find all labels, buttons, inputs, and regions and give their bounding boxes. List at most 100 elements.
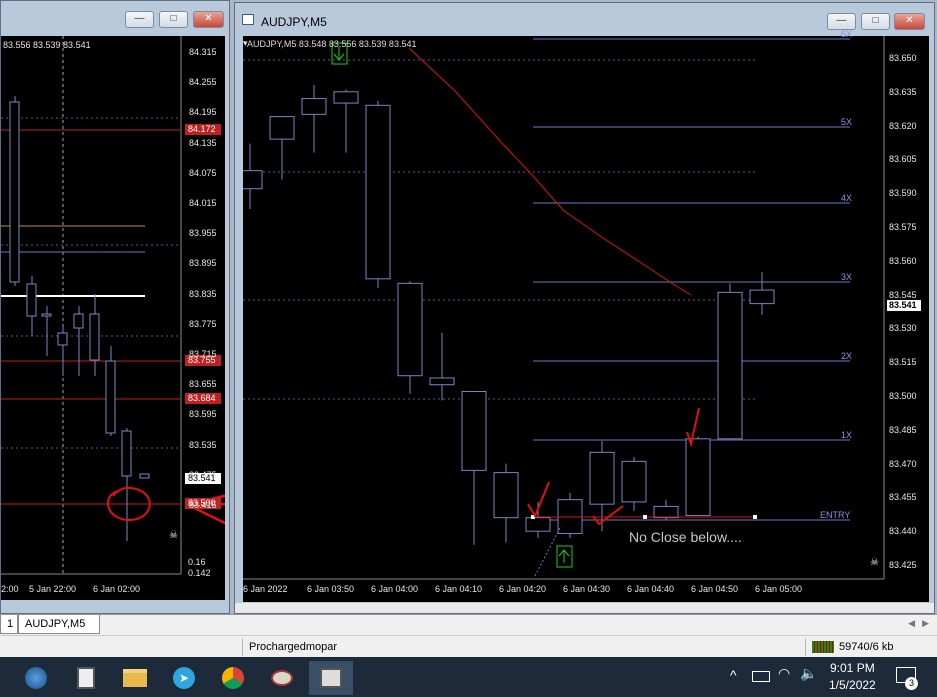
tab-chart[interactable]: 1: [0, 615, 18, 634]
main-time-axis-label: 6 Jan 04:40: [627, 584, 675, 594]
time-axis-label: 2:00: [1, 584, 19, 594]
time-axis-label: 6 Jan 02:00: [93, 584, 141, 594]
close-button[interactable]: ✕: [894, 13, 925, 30]
time-axis-label: 5 Jan 22:00: [29, 584, 77, 594]
wifi-icon[interactable]: ◠: [778, 665, 790, 682]
taskbar: ➤ ^ ◠ 🔈 9:01 PM 1/5/2022 3: [0, 657, 937, 697]
connection-bars-icon: [812, 641, 834, 653]
chart-menu-icon[interactable]: ▾: [243, 38, 248, 49]
candle-body: [653, 505, 679, 519]
main-chart-area[interactable]: AUDJPY,M5 83.548 83.556 83.539 83.541 ▾ …: [243, 29, 929, 602]
minimize-button[interactable]: —: [827, 13, 856, 30]
taskbar-time[interactable]: 9:01 PM: [830, 661, 875, 675]
main-price-axis-label: 83.605: [889, 154, 917, 165]
candle-body: [525, 517, 551, 532]
candle-body: [621, 460, 647, 503]
main-chart-window: AUDJPY,M5 — □ ✕ AUDJPY,M5 83.548 83.556 …: [234, 2, 935, 614]
main-time-axis-label: 6 Jan 04:30: [563, 584, 611, 594]
scroll-left-icon[interactable]: ◀: [908, 618, 915, 629]
folder-icon[interactable]: [113, 661, 157, 695]
main-price-axis-label: 83.620: [889, 120, 917, 131]
left-chart-window: — □ ✕ 83.556 83.539 83.541 84.315 84.255…: [0, 0, 230, 614]
fib-level-label: 2X: [841, 351, 853, 361]
start-icon[interactable]: [14, 661, 58, 695]
main-time-axis-label: 6 Jan 2022: [243, 584, 288, 594]
maximize-button[interactable]: □: [159, 11, 188, 28]
scroll-right-icon[interactable]: ▶: [922, 618, 929, 629]
main-price-axis-label: 83.515: [889, 357, 917, 368]
chart-header: AUDJPY,M5 83.548 83.556 83.539 83.541: [247, 39, 417, 49]
speaker-icon[interactable]: 🔈: [800, 665, 817, 682]
calculator-icon[interactable]: [64, 661, 108, 695]
fib-level-label: ENTRY: [820, 510, 851, 520]
fib-level-label: 3X: [841, 272, 853, 282]
metatrader-icon[interactable]: [309, 661, 353, 695]
candle-body: [243, 170, 263, 190]
taskbar-date[interactable]: 1/5/2022: [829, 678, 876, 692]
main-time-axis-label: 6 Jan 05:00: [755, 584, 803, 594]
status-bar: Prochargedmopar 59740/6 kb: [0, 635, 937, 658]
maximize-button[interactable]: □: [861, 13, 890, 30]
telegram-icon[interactable]: ➤: [162, 661, 206, 695]
fib-level-label: 5X: [841, 117, 853, 127]
left-price-axis-label: 84.315: [189, 47, 217, 57]
main-price-axis-label: 83.575: [889, 222, 917, 232]
main-time-axis-label: 6 Jan 04:50: [691, 584, 739, 594]
candle-body: [717, 291, 743, 440]
left-price-axis-label: 84.195: [189, 107, 217, 118]
current-price-label: 83.541: [889, 300, 917, 310]
horizontal-scrollbar[interactable]: [235, 603, 934, 613]
main-price-axis-label: 83.485: [889, 424, 917, 435]
left-price-axis-label: 83.775: [189, 318, 217, 329]
paint-icon[interactable]: [260, 661, 304, 695]
candle-body: [493, 472, 519, 519]
left-price-axis-label: 83.655: [189, 379, 217, 390]
main-price-axis-label: 83.470: [889, 458, 917, 469]
status-divider: [242, 638, 243, 656]
chart-annotation: No Close below....: [629, 529, 742, 545]
left-price-label: 83.541: [188, 473, 216, 483]
minimize-button[interactable]: —: [125, 11, 154, 28]
indicator-axis-label: 0.16: [188, 557, 206, 567]
chart-window-icon: [242, 14, 254, 25]
candle-body: [589, 451, 615, 505]
candle-body: [461, 390, 487, 471]
traffic-status: 59740/6 kb: [839, 641, 894, 653]
status-divider: [805, 638, 806, 656]
main-window-titlebar[interactable]: AUDJPY,M5 — □ ✕: [235, 3, 934, 37]
close-button[interactable]: ✕: [193, 11, 224, 28]
main-price-axis-label: 83.560: [889, 255, 917, 266]
left-header-quote: 83.556 83.539 83.541: [3, 40, 91, 50]
chevron-up-icon[interactable]: ^: [730, 667, 737, 683]
left-window-titlebar[interactable]: — □ ✕: [1, 1, 229, 35]
main-time-axis-label: 6 Jan 04:00: [371, 584, 419, 594]
candle-body: [685, 438, 711, 516]
fib-level-label: 4X: [841, 193, 853, 203]
main-time-axis-label: 6 Jan 04:10: [435, 584, 483, 594]
left-price-axis-label: 84.135: [189, 137, 217, 148]
fib-level-label: 1X: [841, 430, 853, 440]
profile-name: Prochargedmopar: [249, 641, 338, 653]
main-price-axis-label: 83.635: [889, 86, 917, 97]
main-price-axis-label: 83.530: [889, 323, 917, 334]
left-chart-area[interactable]: 83.556 83.539 83.541 84.315 84.255 84.195 8…: [1, 36, 225, 600]
window-title: AUDJPY,M5: [261, 15, 327, 29]
indicator-axis-label: 0.142: [188, 568, 211, 578]
fib-level-label: 6X: [841, 29, 853, 39]
left-price-axis-label: 84.255: [189, 77, 217, 88]
main-price-axis-label: 83.500: [889, 391, 917, 401]
battery-icon[interactable]: [752, 671, 770, 682]
left-price-axis-label: 83.835: [189, 288, 217, 299]
candle-body: [333, 91, 359, 104]
candle-body: [365, 104, 391, 280]
tab-audjpy[interactable]: AUDJPY,M5: [18, 615, 100, 634]
candle-body: [429, 377, 455, 386]
left-price-axis-label: 83.895: [189, 258, 217, 269]
skull-icon: ☠: [169, 530, 178, 541]
main-price-axis-label: 83.650: [889, 53, 917, 63]
left-price-label: 83.684: [188, 393, 216, 403]
skull-icon: ☠: [870, 557, 879, 568]
main-time-axis-label: 6 Jan 03:50: [307, 584, 355, 594]
chart-tabs-bar: 1 AUDJPY,M5 ◀ ▶: [0, 614, 937, 635]
chrome-icon[interactable]: [211, 661, 255, 695]
